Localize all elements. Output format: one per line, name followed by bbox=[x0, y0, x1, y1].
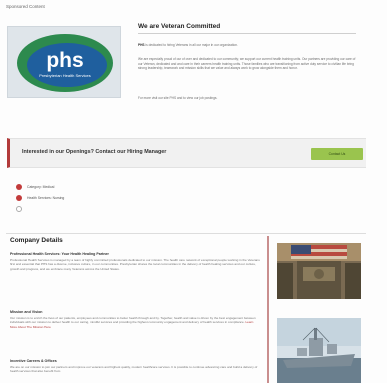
veteran-paragraph-text: We are especially proud of our of over a… bbox=[138, 57, 356, 71]
section-heading-careers: Incentive Careers & Offices bbox=[10, 359, 57, 363]
hiring-contact-heading: Interested in our Openings? Contact our … bbox=[22, 149, 167, 155]
red-dot-icon bbox=[16, 195, 22, 201]
company-details-title: Company Details bbox=[10, 237, 63, 244]
veteran-section-title: We are Veteran Committed bbox=[138, 23, 221, 30]
section-body-health-partner: Professional Health Services is managed … bbox=[10, 258, 260, 271]
category-item-nursing[interactable]: Health Services: Nursing bbox=[16, 194, 64, 202]
veteran-paragraph-text: For more visit our site PHS and to view … bbox=[138, 96, 218, 100]
section-body-careers: We are on our mission to join our partne… bbox=[10, 365, 258, 374]
sidebar-divider bbox=[267, 236, 269, 383]
category-item-empty[interactable] bbox=[16, 205, 27, 213]
section-heading-health-partner: Professional Health Services: Your Healt… bbox=[10, 252, 109, 256]
section-heading-mission: Mission and Vision bbox=[10, 310, 43, 314]
sponsored-content-page: Sponsored Content phs Presbyterian Healt… bbox=[0, 0, 387, 383]
veteran-paragraph-2: We are especially proud of our of over a… bbox=[138, 57, 356, 71]
empty-circle-icon bbox=[16, 206, 22, 212]
logo-subtext: Presbyterian Health Services bbox=[39, 73, 91, 78]
veteran-paragraph-3: For more visit our site PHS and to view … bbox=[138, 96, 356, 101]
veteran-paragraph-1: PHS is dedicated to hiring Veterans in a… bbox=[138, 43, 356, 48]
hiring-contact-banner: Interested in our Openings? Contact our … bbox=[7, 138, 366, 168]
category-label: Category: Medical bbox=[27, 185, 55, 189]
section-body-mission: Our mission is to enrich the lives of ou… bbox=[10, 316, 260, 329]
company-logo: phs Presbyterian Health Services bbox=[7, 26, 121, 98]
veteran-paragraph-text: is dedicated to hiring Veterans in all o… bbox=[144, 43, 238, 47]
logo-wordmark: phs bbox=[46, 49, 83, 72]
mission-text: Our mission is to enrich the lives of ou… bbox=[10, 316, 256, 325]
category-item-medical[interactable]: Category: Medical bbox=[16, 183, 54, 191]
veteran-flag-photo bbox=[277, 243, 361, 299]
company-details-divider bbox=[6, 233, 366, 234]
contact-us-button[interactable]: Contact Us bbox=[311, 148, 363, 160]
veteran-title-divider bbox=[138, 33, 356, 34]
navy-ship-photo bbox=[277, 318, 361, 383]
category-label: Health Services: Nursing bbox=[27, 196, 65, 200]
red-dot-icon bbox=[16, 184, 22, 190]
sponsored-content-label: Sponsored Content bbox=[6, 4, 45, 9]
